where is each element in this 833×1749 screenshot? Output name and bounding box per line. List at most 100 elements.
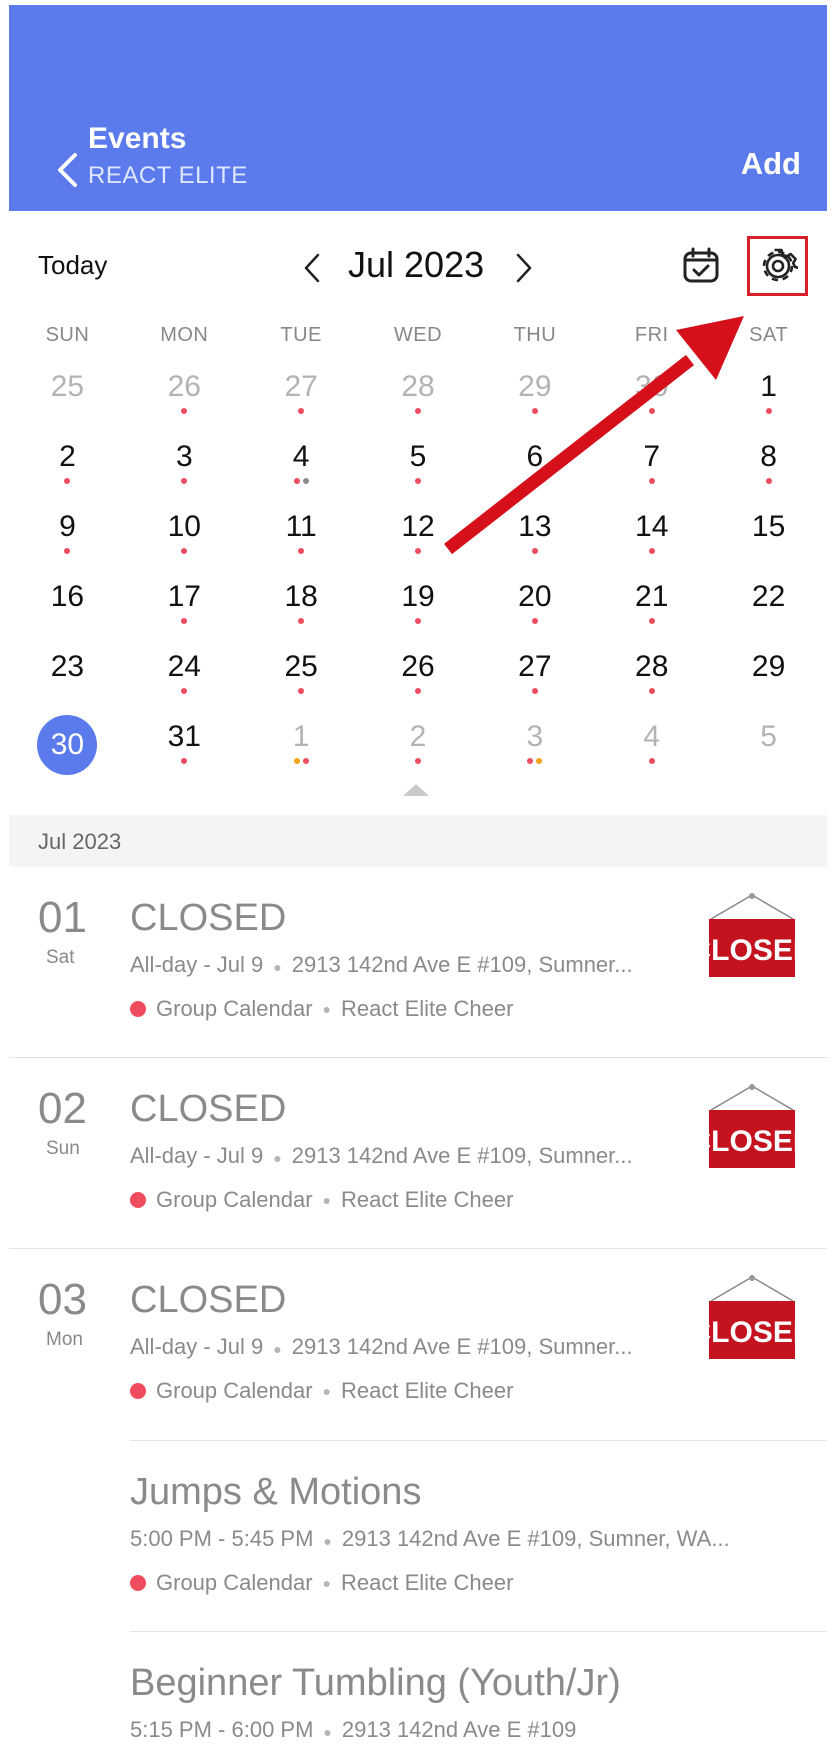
event-dot [531, 688, 538, 694]
event-dot [298, 688, 305, 694]
calendar-day[interactable]: 5 [710, 715, 827, 785]
back-button[interactable] [47, 145, 87, 195]
weekday-label: SAT [749, 324, 789, 346]
event-indicator-dots [126, 758, 243, 764]
event-row[interactable]: 03 Mon CLOSED All-day - Jul 9 ● 2913 142nd… [9, 1275, 827, 1435]
calendar-day[interactable]: 7 [593, 435, 710, 505]
calendar-day[interactable]: 3 [476, 715, 593, 785]
chevron-right-icon [516, 253, 532, 283]
event-row[interactable]: Jumps & Motions 5:00 PM - 5:45 PM ● 2913 1… [9, 1467, 827, 1627]
chevron-left-icon [58, 153, 77, 187]
calendar-day[interactable]: 25 [243, 645, 360, 715]
day-number: 8 [760, 440, 777, 473]
event-dot [415, 548, 421, 554]
event-calendar: Group Calendar ● React Elite Cheer [130, 1570, 513, 1596]
event-dot [531, 408, 538, 414]
event-row[interactable]: 01 Sat CLOSED All-day - Jul 9 ● 2913 142nd… [9, 893, 827, 1053]
day-number: 26 [167, 370, 201, 403]
calendar-day[interactable]: 5 [360, 435, 477, 505]
calendar-day[interactable]: 27 [243, 365, 360, 435]
app-header: Events REACT ELITE Add [9, 5, 827, 211]
calendar-color-dot [130, 1192, 146, 1208]
event-dot [298, 548, 305, 554]
calendar-day[interactable]: 13 [476, 505, 593, 575]
calendar-day[interactable]: 18 [243, 575, 360, 645]
calendar-day[interactable]: 14 [593, 505, 710, 575]
closed-sign-thumbnail: CLOSED [689, 893, 815, 979]
event-row[interactable]: 02 Sun CLOSED All-day - Jul 9 ● 2913 142nd… [9, 1084, 827, 1244]
day-number: 2 [409, 720, 427, 753]
weekday-label: FRI [634, 324, 669, 346]
today-button[interactable]: Today [38, 250, 107, 281]
calendar-day[interactable]: 30 [593, 365, 710, 435]
day-number: 26 [401, 650, 435, 683]
calendar-day[interactable]: 12 [360, 505, 477, 575]
calendar-day[interactable]: 4 [243, 435, 360, 505]
event-row[interactable]: Beginner Tumbling (Youth/Jr) 5:15 PM - 6… [9, 1658, 827, 1749]
day-number: 23 [50, 650, 85, 683]
calendar-day[interactable]: 3 [126, 435, 243, 505]
calendar-day[interactable]: 22 [710, 575, 827, 645]
day-number: 9 [59, 510, 76, 543]
day-number: 6 [526, 440, 544, 473]
collapse-calendar-handle[interactable] [403, 784, 429, 796]
event-title: CLOSED [130, 1279, 287, 1321]
calendar-day[interactable]: 23 [9, 645, 126, 715]
chevron-left-icon [304, 253, 320, 283]
event-indicator-dots [243, 758, 360, 764]
day-number: 24 [167, 650, 201, 683]
gear-icon [762, 248, 798, 282]
day-number: 30 [635, 370, 669, 403]
event-indicator-dots [476, 618, 593, 624]
calendar-day[interactable]: 1 [243, 715, 360, 785]
calendar-day[interactable]: 15 [710, 505, 827, 575]
next-month-button[interactable] [509, 248, 539, 288]
calendar-day[interactable]: 27 [476, 645, 593, 715]
calendar-day[interactable]: 2 [9, 435, 126, 505]
event-dot [648, 688, 655, 694]
calendar-day[interactable]: 4 [593, 715, 710, 785]
calendar-day[interactable]: 28 [593, 645, 710, 715]
add-button[interactable]: Add [741, 146, 801, 182]
event-indicator-dots [593, 618, 710, 624]
event-dot [648, 408, 655, 414]
event-dot [181, 548, 188, 554]
calendar-day[interactable]: 10 [126, 505, 243, 575]
calendar-day[interactable]: 16 [9, 575, 126, 645]
calendar-day[interactable]: 2 [360, 715, 477, 785]
calendar-day[interactable]: 11 [243, 505, 360, 575]
calendar-day[interactable]: 24 [126, 645, 243, 715]
event-calendar: Group Calendar ● React Elite Cheer [130, 1378, 513, 1404]
settings-button[interactable] [747, 236, 808, 296]
calendar-day[interactable]: 26 [360, 645, 477, 715]
calendar-day[interactable]: 29 [476, 365, 593, 435]
calendar-day[interactable]: 20 [476, 575, 593, 645]
calendar-week-row: 23 24 25 26 27 28 29 [9, 645, 827, 715]
event-dot [536, 758, 543, 764]
calendar-day[interactable]: 25 [9, 365, 126, 435]
day-number: 28 [401, 370, 435, 403]
day-number: 25 [50, 370, 85, 403]
calendar-day[interactable]: 31 [126, 715, 243, 785]
calendar-day[interactable]: 28 [360, 365, 477, 435]
calendar-day[interactable]: 29 [710, 645, 827, 715]
calendar-day-selected[interactable]: 30 [9, 715, 126, 785]
event-indicator-dots [360, 758, 477, 764]
calendar-day[interactable]: 9 [9, 505, 126, 575]
prev-month-button[interactable] [297, 248, 327, 288]
calendar-week-row: 25 26 27 28 29 30 1 [9, 365, 827, 435]
day-number: 3 [526, 720, 544, 753]
calendar-day[interactable]: 1 [710, 365, 827, 435]
calendar-day[interactable]: 21 [593, 575, 710, 645]
calendar-day[interactable]: 6 [476, 435, 593, 505]
divider [130, 1631, 827, 1632]
event-details: All-day - Jul 9 ● 2913 142nd Ave E #109, S… [130, 952, 633, 977]
calendar-day[interactable]: 26 [126, 365, 243, 435]
day-number: 2 [59, 440, 76, 473]
calendar-view-button[interactable] [680, 244, 722, 286]
calendar-day[interactable]: 8 [710, 435, 827, 505]
event-dot [415, 758, 421, 764]
calendar-day[interactable]: 19 [360, 575, 477, 645]
calendar-day[interactable]: 17 [126, 575, 243, 645]
event-dot [64, 478, 71, 484]
